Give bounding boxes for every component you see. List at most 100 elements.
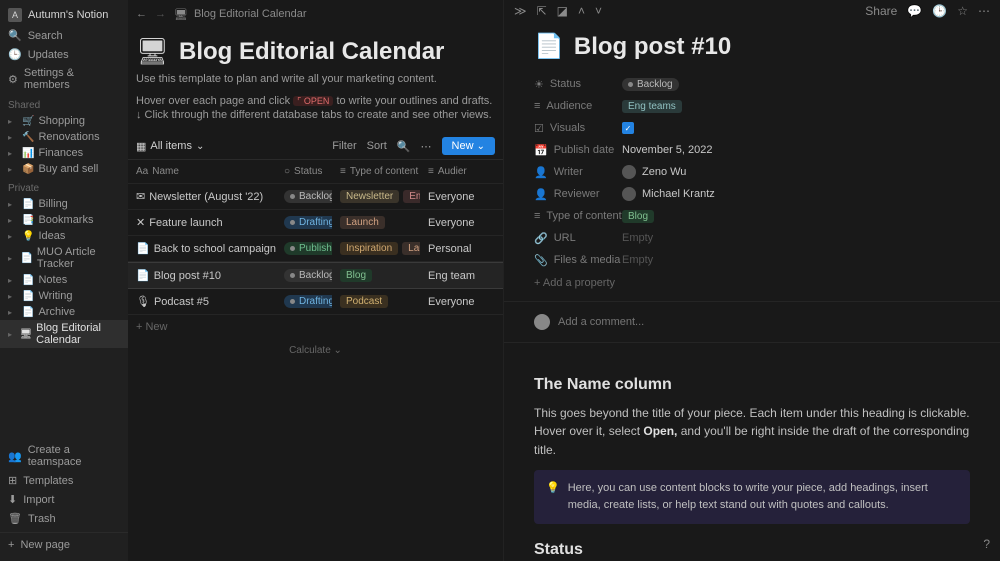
row-name: Newsletter (August '22) (149, 191, 263, 203)
page-icon[interactable]: 🖥 (136, 36, 169, 67)
col-header-name[interactable]: AaName (128, 160, 276, 183)
page-item[interactable]: ▸📑Bookmarks (0, 212, 128, 228)
prop-icon: ≡ (534, 100, 540, 112)
comment-input[interactable] (558, 316, 970, 328)
page-icon[interactable]: 📄 (534, 32, 564, 61)
share-button[interactable]: Share (865, 4, 897, 18)
back-button[interactable]: ← (136, 8, 147, 20)
add-property-button[interactable]: + Add a property (534, 271, 970, 295)
page-item[interactable]: ▸🔨Renovations (0, 129, 128, 145)
property-row[interactable]: 👤WriterZeno Wu (534, 161, 970, 183)
caret-icon[interactable]: ▸ (8, 308, 18, 317)
property-row[interactable]: 📎Files & mediaEmpty (534, 249, 970, 271)
heading[interactable]: Status (534, 538, 970, 561)
prop-name: Visuals (550, 122, 585, 134)
table-row[interactable]: ✉Newsletter (August '22) Backlog Newslet… (128, 184, 503, 210)
calculate-button[interactable]: Calculate ⌄ (128, 339, 503, 362)
star-icon[interactable]: ☆ (957, 4, 968, 18)
updates-icon[interactable]: 🕒 (932, 4, 947, 18)
sidebar-item[interactable]: ⊞Templates (0, 471, 128, 490)
help-button[interactable]: ? (983, 537, 990, 551)
table-row[interactable]: 📄Blog post #10 Backlog Blog Eng team (128, 262, 503, 289)
caret-icon[interactable]: ▸ (8, 165, 18, 174)
page-subtitle[interactable]: Use this template to plan and write all … (128, 67, 503, 95)
page-item[interactable]: ▸📄Billing (0, 196, 128, 212)
comments-icon[interactable]: 💬 (907, 4, 922, 18)
caret-icon[interactable]: ▸ (8, 200, 18, 209)
caret-icon[interactable]: ▸ (8, 232, 18, 241)
page-body[interactable]: The Name column This goes beyond the tit… (504, 343, 1000, 561)
heading[interactable]: The Name column (534, 373, 970, 398)
forward-button[interactable]: → (155, 8, 166, 20)
caret-icon[interactable]: ▸ (8, 117, 18, 126)
page-item[interactable]: ▸🛒Shopping (0, 113, 128, 129)
property-row[interactable]: ≡Type of contentBlog (534, 205, 970, 227)
caret-icon[interactable]: ▸ (8, 330, 15, 339)
page-label: Ideas (38, 230, 65, 242)
page-item[interactable]: ▸📊Finances (0, 145, 128, 161)
table-row[interactable]: 🎙Podcast #5 Drafting Podcast Everyone (128, 289, 503, 315)
new-row-button[interactable]: + New (128, 315, 503, 339)
page-item[interactable]: ▸📄Archive (0, 304, 128, 320)
prev-icon[interactable]: ˄ (578, 4, 585, 18)
person-name: Zeno Wu (642, 166, 686, 178)
property-row[interactable]: ☀StatusBacklog (534, 73, 970, 95)
more-icon[interactable]: ⋯ (421, 140, 432, 153)
caret-icon[interactable]: ▸ (8, 149, 18, 158)
next-icon[interactable]: ˅ (595, 4, 602, 18)
property-row[interactable]: ≡AudienceEng teams (534, 95, 970, 117)
page-item[interactable]: ▸📄MUO Article Tracker (0, 244, 128, 272)
sidebar-section-header[interactable]: Shared (0, 94, 128, 113)
search-icon[interactable]: 🔍 (397, 140, 411, 153)
item-label: Trash (28, 513, 56, 525)
property-row[interactable]: 📅Publish dateNovember 5, 2022 (534, 139, 970, 161)
view-tab[interactable]: ▦ All items ⌄ (136, 140, 204, 153)
sidebar-item[interactable]: ⬇Import (0, 490, 128, 509)
caret-icon[interactable]: ▸ (8, 276, 18, 285)
property-row[interactable]: ☑Visuals✓ (534, 117, 970, 139)
sidebar-section-header[interactable]: Private (0, 177, 128, 196)
page-item[interactable]: ▸🖥Blog Editorial Calendar (0, 320, 128, 348)
peek-mode-icon[interactable]: ⇱ (537, 4, 547, 18)
comment-input-row[interactable] (504, 301, 1000, 343)
breadcrumb[interactable]: 🖥 Blog Editorial Calendar (174, 8, 306, 21)
page-item[interactable]: ▸📦Buy and sell (0, 161, 128, 177)
page-title[interactable]: Blog Editorial Calendar (179, 38, 444, 66)
prop-name: Audience (546, 100, 592, 112)
caret-icon[interactable]: ▸ (8, 216, 18, 225)
sort-button[interactable]: Sort (367, 140, 387, 152)
peek-expand-icon[interactable]: ≫ (514, 4, 527, 18)
page-icon: 📄 (22, 307, 34, 318)
col-header-type[interactable]: ≡Type of content (332, 160, 420, 183)
row-name: Podcast #5 (154, 296, 209, 308)
page-label: Bookmarks (38, 214, 93, 226)
panel-page-title[interactable]: Blog post #10 (574, 33, 731, 61)
page-label: Buy and sell (38, 163, 98, 175)
workspace-switcher[interactable]: A Autumn's Notion (0, 4, 128, 26)
table-row[interactable]: 📄Back to school campaign Published Inspi… (128, 236, 503, 262)
sidebar-item[interactable]: ⚙Settings & members (0, 64, 128, 94)
new-page-button[interactable]: + New page (0, 532, 128, 557)
prop-icon: ≡ (534, 210, 540, 222)
sidebar-item[interactable]: 🗑Trash (0, 509, 128, 528)
col-header-audience[interactable]: ≡Audier (420, 160, 480, 183)
table-row[interactable]: ✕Feature launch Drafting Launch Everyone (128, 210, 503, 236)
caret-icon[interactable]: ▸ (8, 254, 16, 263)
peek-layout-icon[interactable]: ◪ (557, 4, 568, 18)
page-item[interactable]: ▸📄Writing (0, 288, 128, 304)
page-item[interactable]: ▸💡Ideas (0, 228, 128, 244)
filter-button[interactable]: Filter (332, 140, 356, 152)
caret-icon[interactable]: ▸ (8, 292, 18, 301)
more-icon[interactable]: ⋯ (978, 4, 990, 18)
col-header-status[interactable]: ○Status (276, 160, 332, 183)
sidebar-item[interactable]: 🕒Updates (0, 45, 128, 64)
checkbox-checked-icon[interactable]: ✓ (622, 122, 634, 134)
property-row[interactable]: 🔗URLEmpty (534, 227, 970, 249)
new-button[interactable]: New ⌄ (442, 137, 495, 155)
caret-icon[interactable]: ▸ (8, 133, 18, 142)
sidebar-item[interactable]: 🔍Search (0, 26, 128, 45)
page-item[interactable]: ▸📄Notes (0, 272, 128, 288)
sidebar-item[interactable]: 👥Create a teamspace (0, 441, 128, 471)
property-row[interactable]: 👤ReviewerMichael Krantz (534, 183, 970, 205)
callout-block[interactable]: 💡 Here, you can use content blocks to wr… (534, 470, 970, 524)
